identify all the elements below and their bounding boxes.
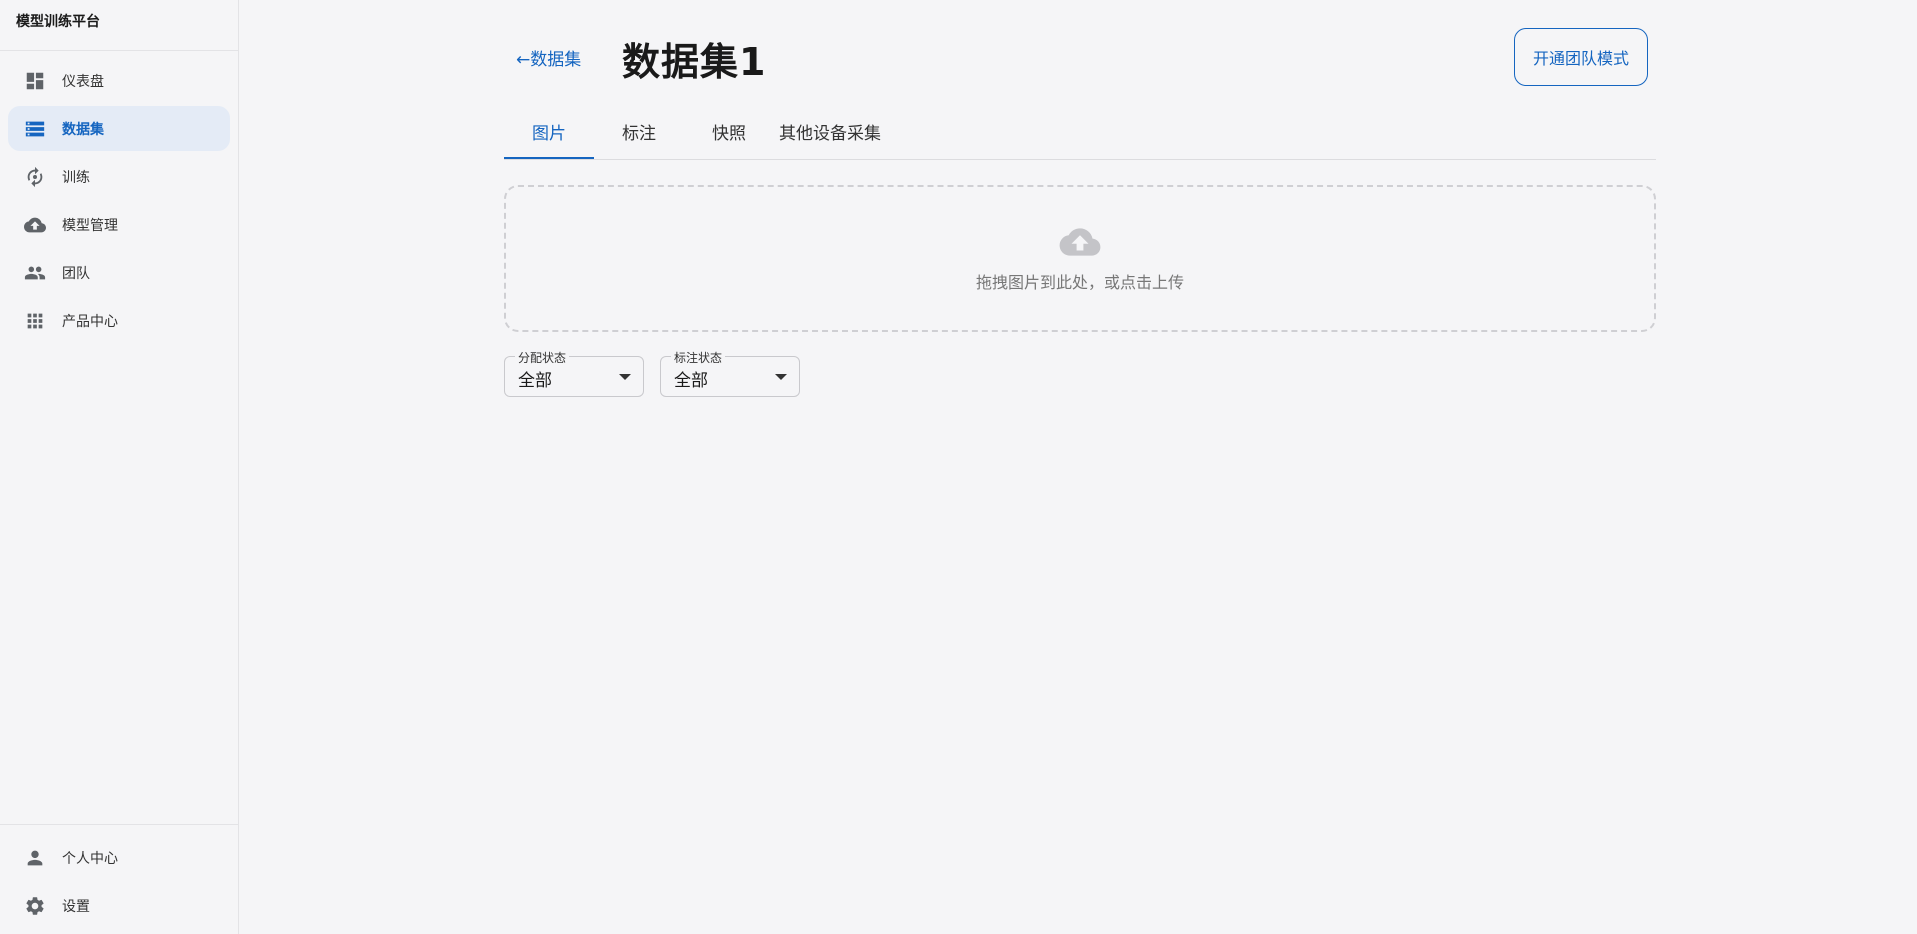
caret-down-icon	[619, 374, 631, 380]
sidebar-nav: 仪表盘 数据集 训练 模型管理 团队 产品中心	[0, 51, 238, 343]
training-icon	[24, 166, 46, 188]
assignment-status-select[interactable]: 分配状态 全部	[504, 349, 644, 397]
select-label: 分配状态	[515, 349, 570, 366]
tab-annotations[interactable]: 标注	[594, 115, 684, 159]
upload-dropzone[interactable]: 拖拽图片到此处，或点击上传	[504, 185, 1656, 332]
sidebar-item-team[interactable]: 团队	[8, 250, 230, 295]
sidebar-item-dashboard[interactable]: 仪表盘	[8, 58, 230, 103]
upload-hint: 拖拽图片到此处，或点击上传	[975, 272, 1184, 292]
sidebar-item-label: 产品中心	[62, 313, 118, 330]
sidebar-item-training[interactable]: 训练	[8, 154, 230, 199]
sidebar-item-label: 设置	[62, 898, 90, 915]
sidebar-item-dataset[interactable]: 数据集	[8, 106, 230, 151]
sidebar-item-label: 数据集	[62, 121, 104, 138]
select-value: 全部	[674, 371, 708, 391]
sidebar-item-label: 团队	[62, 265, 90, 282]
grid-icon	[24, 310, 46, 332]
caret-down-icon	[775, 374, 787, 380]
filter-bar: 分配状态 全部 标注状态 全部	[504, 349, 1656, 397]
tab-images[interactable]: 图片	[504, 115, 594, 159]
tab-bar: 图片 标注 快照 其他设备采集	[504, 115, 1656, 160]
page-header: ←数据集 数据集1 开通团队模式	[504, 0, 1656, 115]
sidebar-item-label: 模型管理	[62, 217, 118, 234]
tab-snapshots[interactable]: 快照	[684, 115, 774, 159]
sidebar-item-product-center[interactable]: 产品中心	[8, 298, 230, 343]
enable-team-mode-button[interactable]: 开通团队模式	[1514, 28, 1648, 86]
main-content: ←数据集 数据集1 开通团队模式 图片 标注 快照 其他设备采集 拖拽图片到此处…	[504, 0, 1656, 397]
annotation-status-select[interactable]: 标注状态 全部	[660, 349, 800, 397]
select-value: 全部	[518, 371, 552, 391]
gear-icon	[24, 895, 46, 917]
sidebar-item-label: 训练	[62, 169, 90, 186]
dataset-icon	[24, 118, 46, 140]
cloud-upload-icon	[24, 214, 46, 236]
sidebar: 模型训练平台 仪表盘 数据集 训练 模型管理 团队 产品中心 个人中心 设置	[0, 0, 239, 934]
page-title: 数据集1	[622, 40, 767, 84]
cloud-upload-icon	[1058, 225, 1102, 263]
sidebar-item-personal-center[interactable]: 个人中心	[8, 835, 230, 880]
person-icon	[24, 847, 46, 869]
sidebar-item-settings[interactable]: 设置	[8, 883, 230, 928]
sidebar-item-label: 仪表盘	[62, 73, 104, 90]
sidebar-bottom-nav: 个人中心 设置	[0, 824, 238, 934]
app-title: 模型训练平台	[0, 0, 238, 51]
dashboard-icon	[24, 70, 46, 92]
select-label: 标注状态	[671, 349, 726, 366]
sidebar-item-label: 个人中心	[62, 850, 118, 867]
sidebar-item-model-management[interactable]: 模型管理	[8, 202, 230, 247]
back-link[interactable]: ←数据集	[516, 45, 581, 70]
tab-other-device-capture[interactable]: 其他设备采集	[774, 115, 886, 159]
team-icon	[24, 262, 46, 284]
